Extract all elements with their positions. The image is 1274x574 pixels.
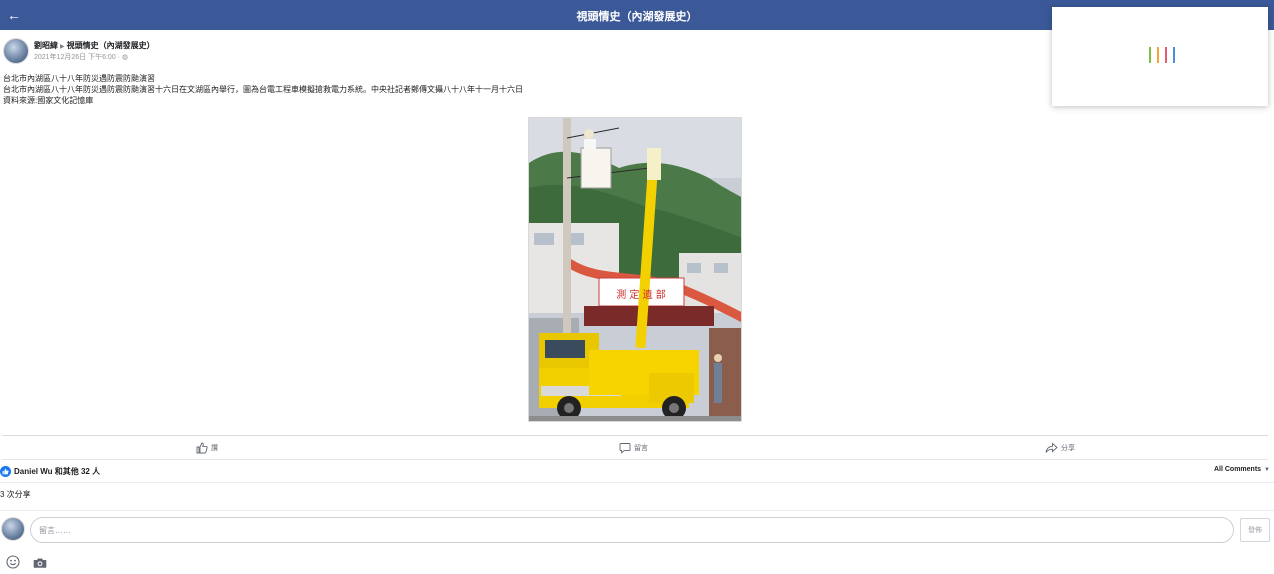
share-button[interactable]: 分享 xyxy=(1045,441,1075,455)
loader-bar xyxy=(1165,47,1167,63)
utility-truck-photo: 測 定 遺 部 xyxy=(529,118,741,421)
like-reaction-icon xyxy=(0,465,11,477)
share-arrow-icon xyxy=(1045,442,1058,453)
loading-spinner-icon xyxy=(1149,47,1175,63)
action-bar: 讚 留言 分享 xyxy=(2,435,1268,460)
divider xyxy=(0,510,1274,511)
thumbs-up-icon xyxy=(196,442,208,454)
reaction-summary[interactable]: Daniel Wu 和其他 32 人 xyxy=(0,464,100,478)
loader-bar xyxy=(1173,47,1175,63)
post-text-line: 資料來源:國家文化記憶庫 xyxy=(3,96,94,105)
timestamp-text: 2021年12月26日 下午6:00 · xyxy=(34,54,122,61)
loader-bar xyxy=(1149,47,1151,63)
speech-bubble-icon xyxy=(619,443,631,454)
post-timestamp[interactable]: 2021年12月26日 下午6:00 · ◍ xyxy=(34,52,128,62)
post-photo[interactable]: 測 定 遺 部 xyxy=(528,117,742,422)
all-comments-label: All Comments xyxy=(1213,466,1262,473)
loading-popup xyxy=(1052,7,1268,106)
divider xyxy=(0,482,1274,483)
post-comment-button[interactable]: 發佈 xyxy=(1240,518,1270,542)
author-avatar[interactable] xyxy=(3,38,29,64)
post-text-line: 台北市內湖區八十八年防災遇防震防颱演習 xyxy=(3,74,155,83)
sign-text: 測 定 遺 部 xyxy=(616,288,666,301)
author-name[interactable]: 劉昭緯 xyxy=(34,41,58,50)
comment-button[interactable]: 留言 xyxy=(619,441,648,455)
all-comments-dropdown[interactable]: All Comments ▼ xyxy=(1214,466,1270,473)
comment-composer: 發佈 xyxy=(0,516,1274,544)
globe-icon: ◍ xyxy=(121,54,129,61)
loader-bar xyxy=(1157,47,1159,63)
like-label: 讚 xyxy=(211,445,218,452)
triangle-right-icon: ▶ xyxy=(60,44,65,50)
post-text: 台北市內湖區八十八年防災遇防震防颱演習 台北市內湖區八十八年防災遇防震防颱演習十… xyxy=(3,73,523,106)
group-name[interactable]: 視頭情史（內湖發展史） xyxy=(67,41,155,50)
author-line: 劉昭緯 ▶ 視頭情史（內湖發展史） xyxy=(34,40,155,51)
like-button[interactable]: 讚 xyxy=(196,441,218,455)
user-avatar[interactable] xyxy=(1,517,25,541)
emoji-icon[interactable] xyxy=(6,555,20,569)
comment-input[interactable] xyxy=(30,517,1234,543)
post-text-line: 台北市內湖區八十八年防災遇防震防颱演習十六日在文湖區內舉行，圖為台電工程車模擬搶… xyxy=(3,85,523,94)
share-label: 分享 xyxy=(1061,445,1075,452)
camera-icon[interactable] xyxy=(33,556,47,568)
caret-down-icon: ▼ xyxy=(1264,466,1270,473)
reaction-text: Daniel Wu 和其他 32 人 xyxy=(14,466,101,476)
share-count[interactable]: 3 次分享 xyxy=(0,489,31,500)
comment-label: 留言 xyxy=(634,445,648,452)
